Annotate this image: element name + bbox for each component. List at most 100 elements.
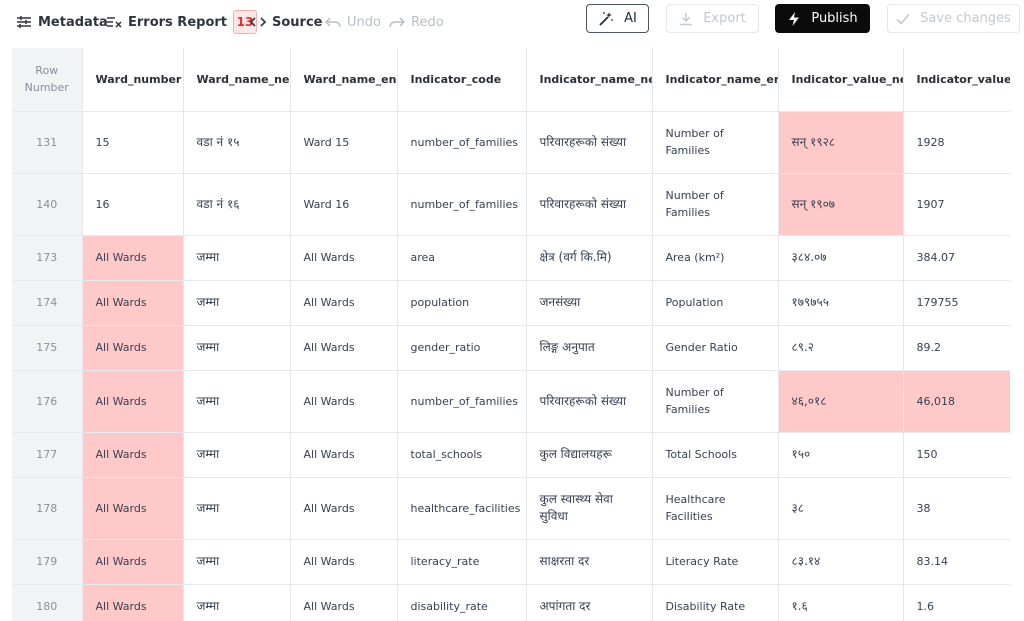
ward-name-en-cell[interactable]: All Wards [290, 432, 398, 478]
header-ward-name-en[interactable]: Ward_name_en [290, 48, 398, 112]
indicator-value-ne-cell[interactable]: १.६ [778, 584, 904, 621]
ward-name-ne-cell[interactable]: जम्मा [183, 235, 291, 281]
header-ward-name-ne[interactable]: Ward_name_ne [183, 48, 291, 112]
indicator-code-cell[interactable]: literacy_rate [397, 539, 527, 585]
export-button[interactable]: Export [666, 4, 759, 33]
indicator-value-en-cell[interactable]: 46,018 [903, 370, 1010, 433]
ward-name-ne-cell[interactable]: वडा नं १५ [183, 111, 291, 174]
indicator-value-ne-cell[interactable]: १७९७५५ [778, 280, 904, 326]
ward-number-cell[interactable]: All Wards [82, 370, 184, 433]
ward-name-en-cell[interactable]: All Wards [290, 477, 398, 540]
ward-name-en-cell[interactable]: Ward 15 [290, 111, 398, 174]
indicator-value-ne-cell[interactable]: सन् १९२८ [778, 111, 904, 174]
indicator-name-ne-cell[interactable]: परिवारहरूको संख्या [526, 173, 653, 236]
row-number-cell[interactable]: 140 [12, 173, 83, 236]
ai-button[interactable]: AI [586, 4, 649, 33]
indicator-name-ne-cell[interactable]: जनसंख्या [526, 280, 653, 326]
errors-report-button[interactable]: Errors Report 13 [106, 10, 257, 34]
indicator-name-en-cell[interactable]: Number of Families [652, 370, 779, 433]
header-indicator-name-en[interactable]: Indicator_name_en [652, 48, 779, 112]
ward-name-ne-cell[interactable]: जम्मा [183, 477, 291, 540]
ward-number-cell[interactable]: All Wards [82, 584, 184, 621]
row-number-cell[interactable]: 178 [12, 477, 83, 540]
indicator-name-en-cell[interactable]: Healthcare Facilities [652, 477, 779, 540]
ward-number-cell[interactable]: All Wards [82, 280, 184, 326]
metadata-button[interactable]: Metadata [16, 10, 108, 34]
indicator-name-en-cell[interactable]: Area (km²) [652, 235, 779, 281]
header-indicator-name-ne[interactable]: Indicator_name_ne [526, 48, 653, 112]
indicator-code-cell[interactable]: gender_ratio [397, 325, 527, 371]
header-indicator-value-en[interactable]: Indicator_value_en [903, 48, 1010, 112]
save-changes-button[interactable]: Save changes [887, 4, 1020, 33]
ward-number-cell[interactable]: All Wards [82, 539, 184, 585]
header-indicator-code[interactable]: Indicator_code [397, 48, 527, 112]
indicator-name-ne-cell[interactable]: अपांगता दर [526, 584, 653, 621]
indicator-name-ne-cell[interactable]: कुल स्वास्थ्य सेवा सुविधा [526, 477, 653, 540]
indicator-code-cell[interactable]: healthcare_facilities [397, 477, 527, 540]
indicator-name-en-cell[interactable]: Population [652, 280, 779, 326]
ward-name-en-cell[interactable]: All Wards [290, 539, 398, 585]
indicator-value-en-cell[interactable]: 1907 [903, 173, 1010, 236]
ward-name-en-cell[interactable]: All Wards [290, 584, 398, 621]
row-number-cell[interactable]: 177 [12, 432, 83, 478]
ward-name-ne-cell[interactable]: जम्मा [183, 370, 291, 433]
indicator-value-en-cell[interactable]: 384.07 [903, 235, 1010, 281]
row-number-cell[interactable]: 176 [12, 370, 83, 433]
indicator-value-en-cell[interactable]: 89.2 [903, 325, 1010, 371]
indicator-value-ne-cell[interactable]: ३८ [778, 477, 904, 540]
indicator-value-en-cell[interactable]: 83.14 [903, 539, 1010, 585]
indicator-name-ne-cell[interactable]: क्षेत्र (वर्ग कि.मि) [526, 235, 653, 281]
indicator-value-en-cell[interactable]: 150 [903, 432, 1010, 478]
indicator-code-cell[interactable]: number_of_families [397, 370, 527, 433]
indicator-name-en-cell[interactable]: Number of Families [652, 111, 779, 174]
ward-name-en-cell[interactable]: Ward 16 [290, 173, 398, 236]
row-number-cell[interactable]: 180 [12, 584, 83, 621]
ward-number-cell[interactable]: All Wards [82, 325, 184, 371]
indicator-name-ne-cell[interactable]: साक्षरता दर [526, 539, 653, 585]
indicator-code-cell[interactable]: disability_rate [397, 584, 527, 621]
ward-name-ne-cell[interactable]: जम्मा [183, 539, 291, 585]
indicator-name-en-cell[interactable]: Disability Rate [652, 584, 779, 621]
indicator-value-ne-cell[interactable]: ३८४.०७ [778, 235, 904, 281]
ward-name-en-cell[interactable]: All Wards [290, 370, 398, 433]
indicator-name-en-cell[interactable]: Total Schools [652, 432, 779, 478]
indicator-value-ne-cell[interactable]: सन् १९०७ [778, 173, 904, 236]
indicator-code-cell[interactable]: number_of_families [397, 173, 527, 236]
ward-name-en-cell[interactable]: All Wards [290, 235, 398, 281]
ward-number-cell[interactable]: All Wards [82, 477, 184, 540]
ward-name-en-cell[interactable]: All Wards [290, 325, 398, 371]
indicator-value-ne-cell[interactable]: ४६,०१८ [778, 370, 904, 433]
indicator-value-ne-cell[interactable]: १५० [778, 432, 904, 478]
indicator-name-ne-cell[interactable]: परिवारहरूको संख्या [526, 370, 653, 433]
header-row-number[interactable]: Row Number [12, 48, 83, 112]
ward-number-cell[interactable]: All Wards [82, 235, 184, 281]
header-ward-number[interactable]: Ward_number [82, 48, 184, 112]
ward-number-cell[interactable]: 16 [82, 173, 184, 236]
ward-name-en-cell[interactable]: All Wards [290, 280, 398, 326]
ward-number-cell[interactable]: 15 [82, 111, 184, 174]
row-number-cell[interactable]: 175 [12, 325, 83, 371]
indicator-value-en-cell[interactable]: 179755 [903, 280, 1010, 326]
ward-name-ne-cell[interactable]: जम्मा [183, 432, 291, 478]
publish-button[interactable]: Publish [775, 4, 870, 33]
indicator-value-en-cell[interactable]: 1928 [903, 111, 1010, 174]
indicator-value-en-cell[interactable]: 1.6 [903, 584, 1010, 621]
ward-name-ne-cell[interactable]: जम्मा [183, 584, 291, 621]
ward-name-ne-cell[interactable]: जम्मा [183, 280, 291, 326]
row-number-cell[interactable]: 179 [12, 539, 83, 585]
indicator-code-cell[interactable]: number_of_families [397, 111, 527, 174]
source-button[interactable]: Source [250, 10, 322, 34]
ward-name-ne-cell[interactable]: वडा नं १६ [183, 173, 291, 236]
indicator-code-cell[interactable]: total_schools [397, 432, 527, 478]
indicator-value-en-cell[interactable]: 38 [903, 477, 1010, 540]
ward-number-cell[interactable]: All Wards [82, 432, 184, 478]
undo-button[interactable]: Undo [325, 10, 381, 34]
indicator-code-cell[interactable]: area [397, 235, 527, 281]
row-number-cell[interactable]: 131 [12, 111, 83, 174]
indicator-value-ne-cell[interactable]: ८३.१४ [778, 539, 904, 585]
indicator-name-ne-cell[interactable]: परिवारहरूको संख्या [526, 111, 653, 174]
header-indicator-value-ne[interactable]: Indicator_value_ne [778, 48, 904, 112]
indicator-name-ne-cell[interactable]: कुल विद्यालयहरू [526, 432, 653, 478]
ward-name-ne-cell[interactable]: जम्मा [183, 325, 291, 371]
row-number-cell[interactable]: 173 [12, 235, 83, 281]
